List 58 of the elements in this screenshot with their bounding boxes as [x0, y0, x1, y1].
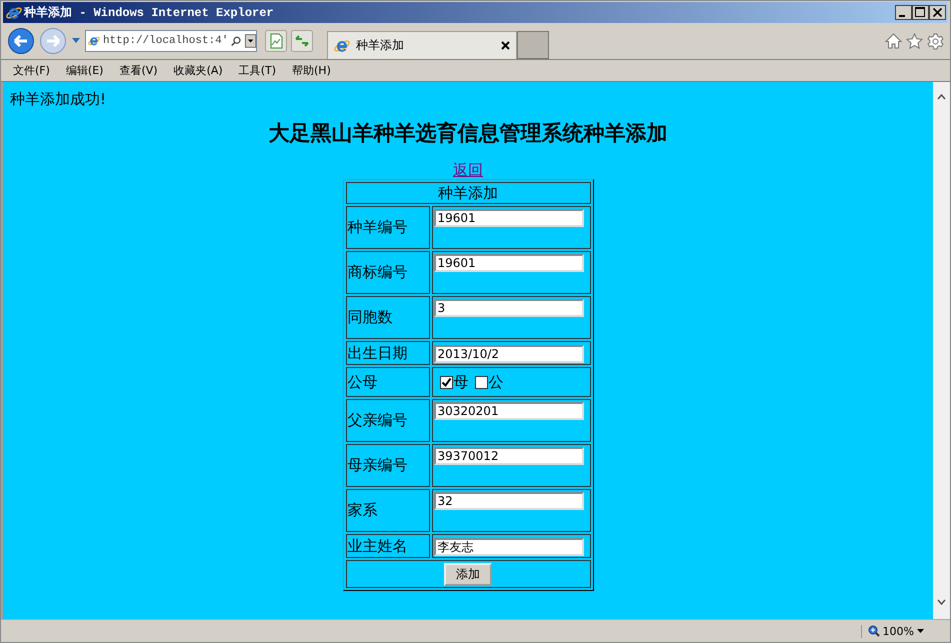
field-label: 出生日期 — [346, 341, 430, 365]
tab-close-icon[interactable] — [501, 41, 510, 50]
menu-item[interactable]: 帮助(H) — [292, 63, 331, 78]
menu-item[interactable]: 编辑(E) — [66, 63, 104, 78]
compatibility-view-button[interactable] — [265, 30, 287, 52]
input-field[interactable]: 3 — [434, 299, 584, 317]
scrollbar[interactable] — [933, 82, 950, 619]
menu-item[interactable]: 文件(F) — [13, 63, 50, 78]
input-field[interactable]: 39370012 — [434, 447, 584, 465]
input-field[interactable]: 30320201 — [434, 402, 584, 420]
input-field[interactable]: 李友志 — [434, 538, 584, 556]
star-icon[interactable] — [906, 33, 923, 49]
input-field[interactable]: 19601 — [434, 254, 584, 272]
maximize-button[interactable] — [912, 5, 929, 20]
input-field[interactable]: 2013/10/2 — [434, 345, 584, 363]
field-label: 父亲编号 — [346, 399, 430, 442]
scroll-up-icon[interactable] — [937, 94, 946, 100]
checkbox[interactable] — [474, 376, 488, 389]
search-icon[interactable] — [231, 34, 242, 48]
success-message: 种羊添加成功! — [9, 89, 108, 109]
zoom-icon — [868, 625, 880, 637]
menu-item[interactable]: 收藏夹(A) — [174, 63, 223, 78]
address-text: http://localhost:4' — [102, 35, 228, 47]
field-label: 种羊编号 — [346, 206, 430, 249]
browser-tab[interactable]: 种羊添加 — [327, 31, 517, 59]
field-label: 公母 — [346, 367, 430, 397]
scroll-down-icon[interactable] — [937, 599, 946, 605]
window-title: 种羊添加 - Windows Internet Explorer — [24, 4, 274, 21]
settings-icon[interactable] — [927, 32, 944, 50]
form-title: 种羊添加 — [346, 182, 590, 204]
zoom-control[interactable]: 100% — [860, 624, 930, 638]
address-bar[interactable]: http://localhost:4' — [85, 30, 257, 52]
checkbox-label: 母 — [454, 373, 468, 392]
field-label: 商标编号 — [346, 251, 430, 294]
input-field[interactable]: 32 — [434, 492, 584, 510]
input-field[interactable]: 19601 — [434, 209, 584, 227]
address-dropdown-button[interactable] — [244, 32, 256, 50]
zoom-level: 100% — [882, 624, 914, 638]
page-heading: 大足黑山羊种羊选育信息管理系统种羊添加 — [268, 119, 668, 147]
field-label: 业主姓名 — [346, 534, 430, 558]
ie-logo-icon — [6, 4, 22, 20]
home-icon[interactable] — [885, 33, 902, 49]
add-button[interactable]: 添加 — [444, 562, 492, 586]
checkbox[interactable] — [440, 376, 452, 389]
refresh-button[interactable] — [291, 30, 313, 52]
close-button[interactable] — [929, 5, 946, 20]
field-label: 母亲编号 — [346, 444, 430, 487]
history-dropdown-icon[interactable] — [71, 37, 81, 45]
field-label: 同胞数 — [346, 296, 430, 339]
back-link[interactable]: 返回 — [453, 161, 483, 179]
checkbox-label: 公 — [488, 373, 504, 392]
caret-icon — [917, 629, 924, 633]
menu-item[interactable]: 工具(T) — [238, 63, 276, 78]
menu-item[interactable]: 查看(V) — [119, 63, 158, 78]
field-label: 家系 — [346, 489, 430, 532]
ie-page-icon — [334, 38, 350, 54]
minimize-button[interactable] — [895, 5, 912, 20]
back-button[interactable] — [7, 27, 35, 55]
